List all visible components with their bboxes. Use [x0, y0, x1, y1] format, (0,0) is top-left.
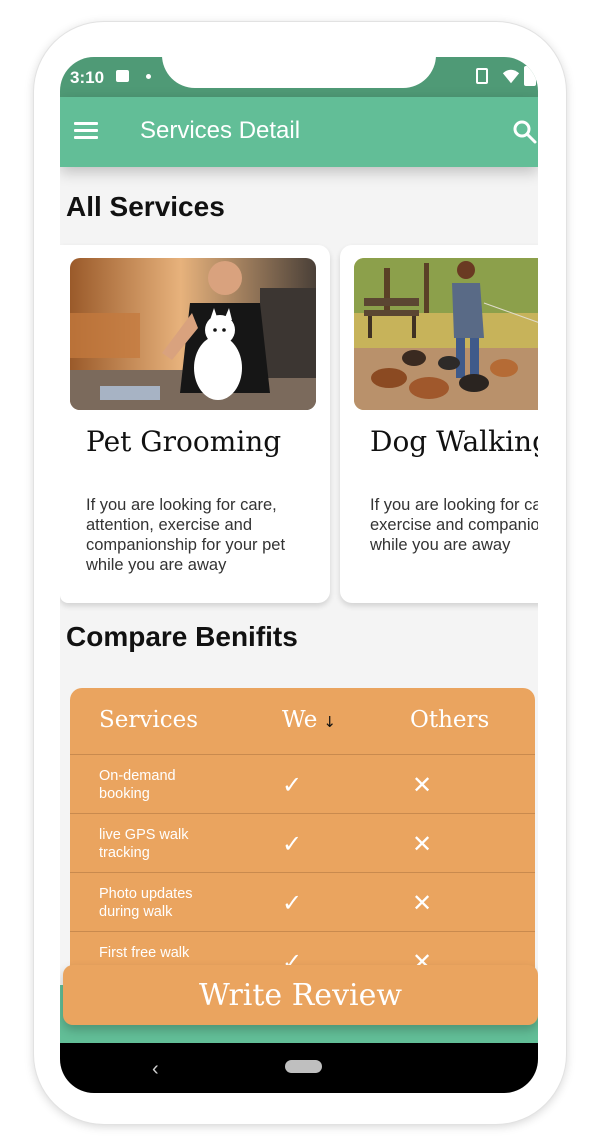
row-label: On-demand booking — [99, 768, 176, 802]
arrow-down-icon[interactable]: ↓ — [323, 713, 336, 731]
dot-icon — [146, 74, 151, 79]
table-header: Services We ↓ Others — [70, 688, 535, 755]
search-icon[interactable] — [512, 119, 538, 145]
table-row: Photo updates during walk ✓ ✕ — [70, 873, 535, 932]
pet-grooming-photo — [70, 258, 316, 410]
write-review-button[interactable]: Write Review — [63, 965, 538, 1025]
row-label: First free walk — [99, 945, 190, 961]
dog-walking-photo — [354, 258, 538, 410]
app-screen: 3:10 Services Detail All Services Pet Gr… — [60, 57, 538, 1093]
card-title: Pet Grooming — [86, 425, 282, 458]
check-icon: ✓ — [282, 889, 303, 917]
cross-icon: ✕ — [412, 830, 433, 858]
row-label: live GPS walk tracking — [99, 827, 189, 861]
services-carousel[interactable]: Pet Grooming If you are looking for care… — [60, 245, 538, 609]
column-header-label: We — [282, 707, 318, 733]
row-label: Photo updates during walk — [99, 886, 193, 920]
compare-benefits-title: Compare Benifits — [66, 621, 298, 652]
vibrate-icon — [476, 68, 488, 84]
menu-icon[interactable] — [74, 122, 98, 140]
all-services-title: All Services — [66, 191, 225, 222]
camera-notch — [162, 57, 436, 88]
check-icon: ✓ — [282, 771, 303, 799]
compare-table: Services We ↓ Others On-demand booking ✓ … — [70, 688, 535, 1008]
table-row: On-demand booking ✓ ✕ — [70, 755, 535, 814]
image-icon — [116, 70, 129, 82]
service-card-dog-walking[interactable]: Dog Walking If you are looking for care,… — [340, 245, 538, 603]
card-title: Dog Walking — [370, 425, 538, 458]
check-icon: ✓ — [282, 830, 303, 858]
card-description: If you are looking for care, attention, … — [86, 496, 286, 574]
cross-icon: ✕ — [412, 889, 433, 917]
column-header-services: Services — [99, 707, 199, 733]
system-nav-bar: ‹ — [60, 1043, 538, 1093]
back-icon[interactable]: ‹ — [152, 1058, 159, 1081]
status-bar: 3:10 — [60, 57, 538, 97]
table-row: live GPS walk tracking ✓ ✕ — [70, 814, 535, 873]
status-time: 3:10 — [70, 68, 105, 87]
content-area: All Services Pet Grooming If you are loo… — [60, 167, 538, 1093]
home-pill[interactable] — [285, 1060, 322, 1073]
column-header-we[interactable]: We ↓ — [282, 707, 336, 733]
cross-icon: ✕ — [412, 771, 433, 799]
service-card-pet-grooming[interactable]: Pet Grooming If you are looking for care… — [60, 245, 330, 603]
column-header-others: Others — [410, 707, 490, 733]
card-description: If you are looking for care, attention, … — [370, 496, 538, 554]
page-title: Services Detail — [140, 117, 301, 144]
app-bar: Services Detail — [60, 97, 538, 167]
wifi-icon — [502, 69, 520, 84]
battery-icon — [524, 66, 536, 86]
